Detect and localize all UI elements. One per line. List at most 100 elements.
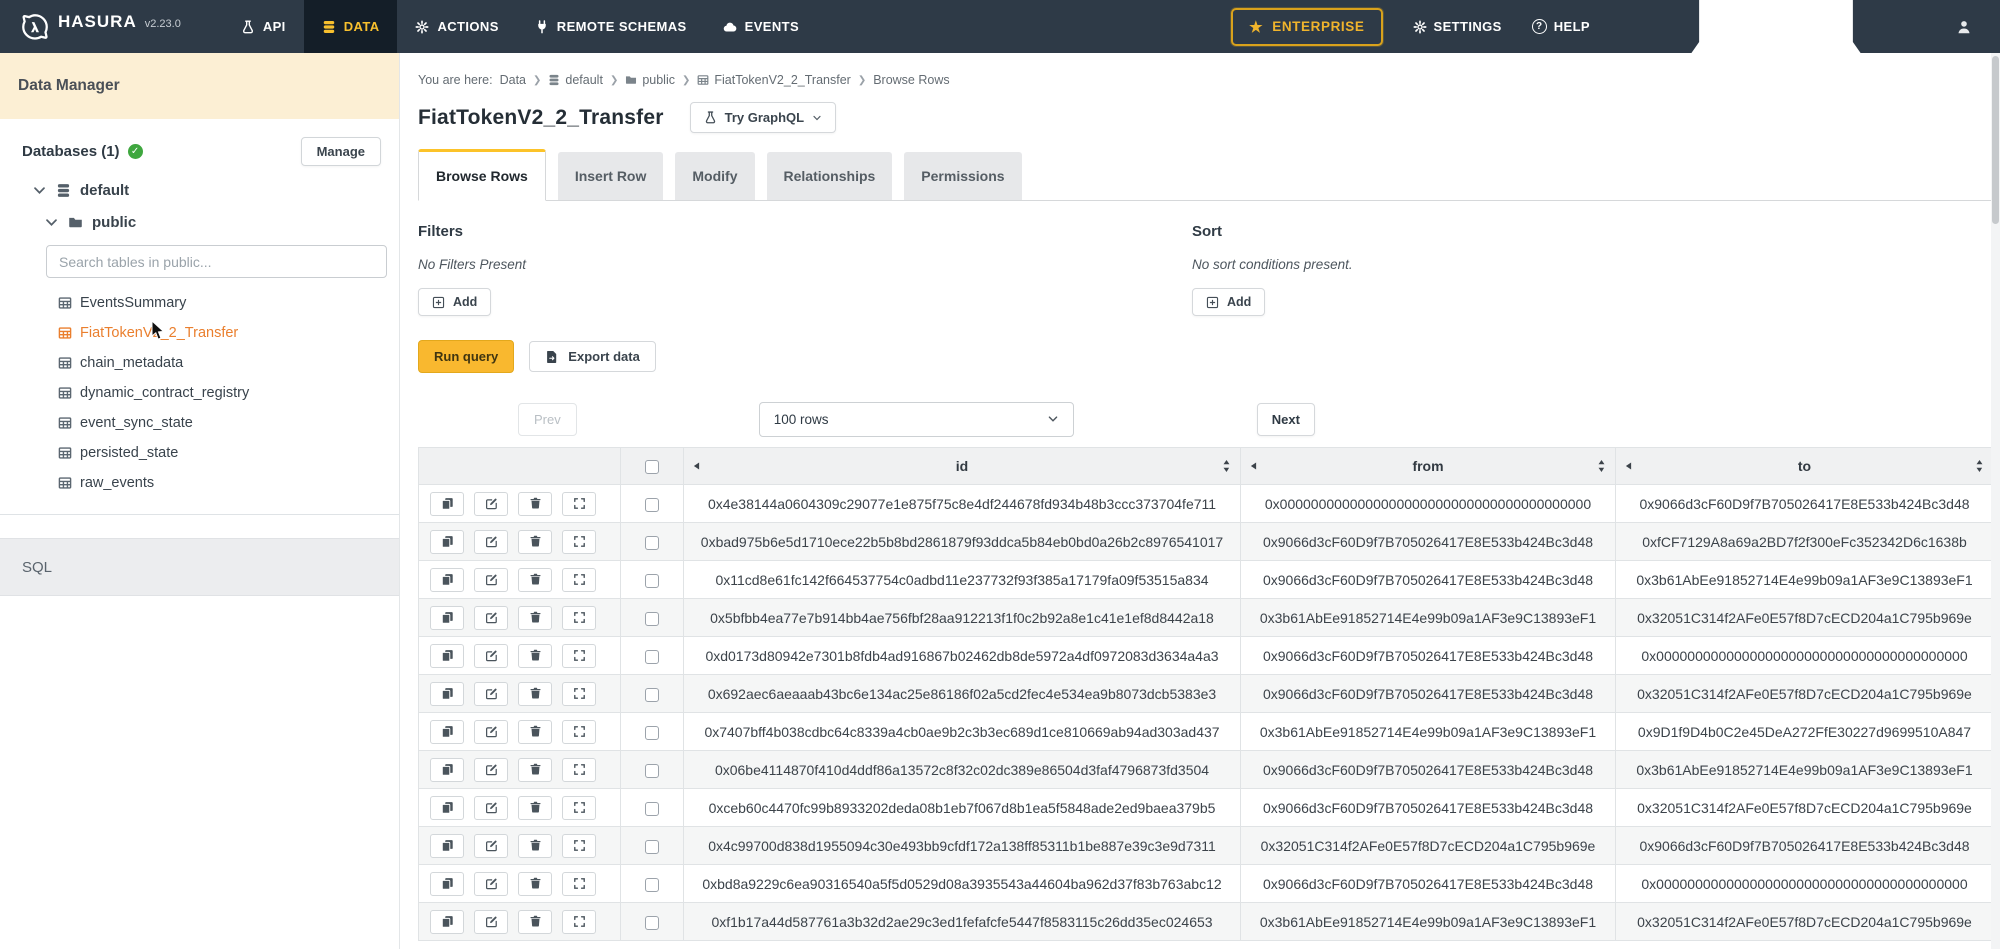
- delete-row-button[interactable]: [518, 910, 552, 934]
- user-menu-button[interactable]: [1956, 19, 1972, 35]
- clone-row-button[interactable]: [430, 910, 464, 934]
- row-checkbox[interactable]: [645, 878, 659, 892]
- breadcrumb-item[interactable]: FiatTokenV2_2_Transfer: [697, 73, 850, 87]
- edit-row-button[interactable]: [474, 796, 508, 820]
- page-scrollbar[interactable]: [1991, 53, 2000, 949]
- nav-item-api[interactable]: API: [223, 0, 304, 53]
- prev-page-button[interactable]: Prev: [518, 403, 577, 436]
- next-page-button[interactable]: Next: [1257, 403, 1315, 436]
- clone-row-button[interactable]: [430, 606, 464, 630]
- sidebar-item-dynamic_contract_registry[interactable]: dynamic_contract_registry: [58, 384, 399, 402]
- edit-row-button[interactable]: [474, 644, 508, 668]
- edit-row-button[interactable]: [474, 606, 508, 630]
- add-sort-button[interactable]: Add: [1192, 288, 1265, 316]
- column-header-from[interactable]: from: [1241, 448, 1616, 485]
- expand-row-button[interactable]: [562, 834, 596, 858]
- scrollbar-thumb[interactable]: [1992, 56, 1999, 224]
- clone-row-button[interactable]: [430, 568, 464, 592]
- edit-row-button[interactable]: [474, 872, 508, 896]
- delete-row-button[interactable]: [518, 644, 552, 668]
- delete-row-button[interactable]: [518, 834, 552, 858]
- nav-item-remote-schemas[interactable]: REMOTE SCHEMAS: [517, 0, 705, 53]
- row-checkbox[interactable]: [645, 650, 659, 664]
- edit-row-button[interactable]: [474, 834, 508, 858]
- expand-row-button[interactable]: [562, 492, 596, 516]
- sidebar-item-EventsSummary[interactable]: EventsSummary: [58, 294, 399, 312]
- clone-row-button[interactable]: [430, 872, 464, 896]
- delete-row-button[interactable]: [518, 682, 552, 706]
- delete-row-button[interactable]: [518, 720, 552, 744]
- settings-button[interactable]: SETTINGS: [1413, 19, 1502, 34]
- edit-row-button[interactable]: [474, 682, 508, 706]
- expand-row-button[interactable]: [562, 644, 596, 668]
- nav-item-events[interactable]: EVENTS: [705, 0, 817, 53]
- expand-row-button[interactable]: [562, 530, 596, 554]
- row-checkbox[interactable]: [645, 612, 659, 626]
- notifications-button[interactable]: 2: [1626, 0, 1926, 177]
- clone-row-button[interactable]: [430, 530, 464, 554]
- row-checkbox[interactable]: [645, 764, 659, 778]
- delete-row-button[interactable]: [518, 606, 552, 630]
- tree-node-database[interactable]: default: [32, 182, 399, 199]
- enterprise-button[interactable]: ★ ENTERPRISE: [1231, 8, 1382, 46]
- delete-row-button[interactable]: [518, 530, 552, 554]
- expand-row-button[interactable]: [562, 796, 596, 820]
- clone-row-button[interactable]: [430, 834, 464, 858]
- help-button[interactable]: ? HELP: [1532, 19, 1590, 34]
- rows-per-page-select[interactable]: 100 rows: [759, 402, 1074, 437]
- chevron-down-icon[interactable]: [32, 183, 47, 198]
- row-checkbox[interactable]: [645, 802, 659, 816]
- delete-row-button[interactable]: [518, 796, 552, 820]
- nav-item-actions[interactable]: ACTIONS: [397, 0, 516, 53]
- delete-row-button[interactable]: [518, 758, 552, 782]
- expand-row-button[interactable]: [562, 568, 596, 592]
- tab-insert-row[interactable]: Insert Row: [558, 152, 664, 200]
- clone-row-button[interactable]: [430, 644, 464, 668]
- column-header-to[interactable]: to: [1616, 448, 1994, 485]
- expand-row-button[interactable]: [562, 872, 596, 896]
- tab-browse-rows[interactable]: Browse Rows: [418, 149, 546, 201]
- row-checkbox[interactable]: [645, 840, 659, 854]
- delete-row-button[interactable]: [518, 492, 552, 516]
- breadcrumb-item[interactable]: Data: [500, 73, 526, 87]
- run-query-button[interactable]: Run query: [418, 340, 514, 373]
- breadcrumb-item[interactable]: Browse Rows: [873, 73, 949, 87]
- row-checkbox[interactable]: [645, 498, 659, 512]
- edit-row-button[interactable]: [474, 720, 508, 744]
- row-checkbox[interactable]: [645, 536, 659, 550]
- add-filter-button[interactable]: Add: [418, 288, 491, 316]
- expand-row-button[interactable]: [562, 758, 596, 782]
- tab-relationships[interactable]: Relationships: [767, 152, 893, 200]
- clone-row-button[interactable]: [430, 758, 464, 782]
- row-checkbox[interactable]: [645, 916, 659, 930]
- edit-row-button[interactable]: [474, 758, 508, 782]
- try-graphql-button[interactable]: Try GraphQL: [690, 102, 836, 133]
- clone-row-button[interactable]: [430, 682, 464, 706]
- sidebar-item-event_sync_state[interactable]: event_sync_state: [58, 414, 399, 432]
- edit-row-button[interactable]: [474, 568, 508, 592]
- expand-row-button[interactable]: [562, 910, 596, 934]
- row-checkbox[interactable]: [645, 726, 659, 740]
- expand-row-button[interactable]: [562, 720, 596, 744]
- sidebar-item-persisted_state[interactable]: persisted_state: [58, 444, 399, 462]
- edit-row-button[interactable]: [474, 530, 508, 554]
- tab-modify[interactable]: Modify: [675, 152, 754, 200]
- sidebar-item-FiatTokenV2_2_Transfer[interactable]: FiatTokenV2_2_Transfer: [58, 324, 399, 342]
- clone-row-button[interactable]: [430, 720, 464, 744]
- clone-row-button[interactable]: [430, 492, 464, 516]
- expand-row-button[interactable]: [562, 682, 596, 706]
- delete-row-button[interactable]: [518, 568, 552, 592]
- tree-node-schema[interactable]: public: [44, 214, 399, 231]
- edit-row-button[interactable]: [474, 910, 508, 934]
- clone-row-button[interactable]: [430, 796, 464, 820]
- export-data-button[interactable]: Export data: [529, 341, 656, 372]
- tab-permissions[interactable]: Permissions: [904, 152, 1021, 200]
- column-header-id[interactable]: id: [684, 448, 1241, 485]
- manage-button[interactable]: Manage: [301, 137, 381, 166]
- sidebar-item-chain_metadata[interactable]: chain_metadata: [58, 354, 399, 372]
- breadcrumb-item[interactable]: default: [548, 73, 603, 87]
- delete-row-button[interactable]: [518, 872, 552, 896]
- sidebar-item-raw_events[interactable]: raw_events: [58, 474, 399, 492]
- brand[interactable]: HASURA v2.23.0: [20, 12, 181, 42]
- nav-item-data[interactable]: DATA: [304, 0, 398, 53]
